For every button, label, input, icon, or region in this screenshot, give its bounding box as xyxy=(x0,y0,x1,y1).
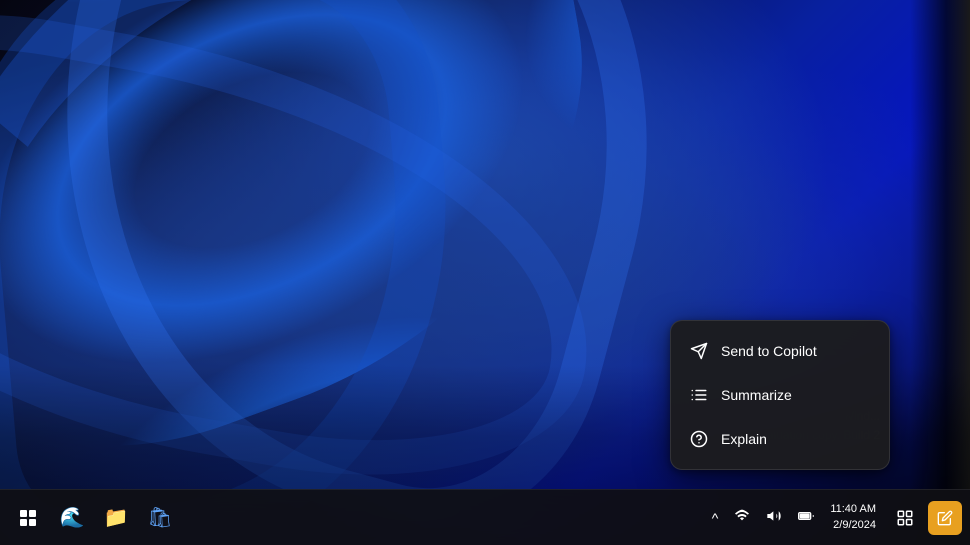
clock-time: 11:40 AM xyxy=(830,502,876,517)
volume-icon[interactable] xyxy=(762,504,786,531)
pencil-button[interactable] xyxy=(928,501,962,535)
menu-item-summarize[interactable]: Summarize xyxy=(671,373,889,417)
taskbar: 🌊 📁 🛍 ^ xyxy=(0,489,970,545)
menu-label-explain: Explain xyxy=(721,431,767,447)
folder-icon: 📁 xyxy=(104,505,129,530)
taskbar-right: ^ xyxy=(708,498,962,537)
list-icon xyxy=(689,385,709,405)
taskbar-left: 🌊 📁 🛍 xyxy=(8,498,180,538)
menu-item-explain[interactable]: Explain xyxy=(671,417,889,461)
windows-logo-icon xyxy=(20,510,36,526)
store-icon: 🛍 xyxy=(147,505,172,530)
explain-icon xyxy=(689,429,709,449)
menu-item-send-to-copilot[interactable]: Send to Copilot xyxy=(671,329,889,373)
system-tray: ^ xyxy=(708,504,819,531)
clock[interactable]: 11:40 AM 2/9/2024 xyxy=(824,498,882,537)
start-button[interactable] xyxy=(8,498,48,538)
send-icon xyxy=(689,341,709,361)
clock-date: 2/9/2024 xyxy=(830,518,876,533)
file-explorer-button[interactable]: 📁 xyxy=(96,498,136,538)
notification-button[interactable] xyxy=(888,501,922,535)
menu-label-summarize: Summarize xyxy=(721,387,792,403)
wifi-icon[interactable] xyxy=(730,504,754,531)
menu-label-send-to-copilot: Send to Copilot xyxy=(721,343,817,359)
battery-icon[interactable] xyxy=(794,504,818,531)
edge-icon: 🌊 xyxy=(60,505,85,530)
store-button[interactable]: 🛍 xyxy=(140,498,180,538)
chevron-icon[interactable]: ^ xyxy=(708,506,723,530)
edge-browser-button[interactable]: 🌊 xyxy=(52,498,92,538)
context-menu: Send to Copilot Summarize xyxy=(670,320,890,470)
desktop: Wind... Evaluation copy. Build 2 Send to… xyxy=(0,0,970,545)
